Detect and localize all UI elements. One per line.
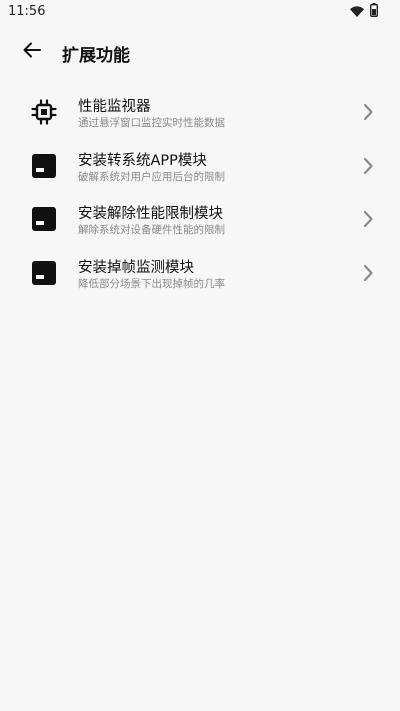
app-bar: 扩展功能 xyxy=(0,24,400,80)
chevron-right-icon xyxy=(363,210,373,228)
chevron-right-icon xyxy=(363,103,373,121)
item-subtitle: 通过悬浮窗口监控实时性能数据 xyxy=(78,117,225,129)
list-item-install-frame-drop-monitor-module[interactable]: 安装掉帧监测模块 降低部分场景下出现掉帧的几率 xyxy=(0,247,400,301)
module-icon xyxy=(30,205,58,233)
item-title: 性能监视器 xyxy=(78,99,151,115)
feature-list: 性能监视器 通过悬浮窗口监控实时性能数据 安装转系统APP模块 破解系统对用户应… xyxy=(0,86,400,300)
status-icons xyxy=(350,2,378,21)
item-subtitle: 解除系统对设备硬件性能的限制 xyxy=(78,224,225,236)
chevron-right-icon xyxy=(363,264,373,281)
list-item-install-system-app-module[interactable]: 安装转系统APP模块 破解系统对用户应用后台的限制 xyxy=(0,140,400,194)
cpu-chip-icon xyxy=(30,98,58,126)
item-subtitle: 降低部分场景下出现掉帧的几率 xyxy=(78,277,225,290)
item-subtitle: 破解系统对用户应用后台的限制 xyxy=(78,170,225,183)
item-title: 安装掉帧监测模块 xyxy=(78,259,194,276)
module-icon xyxy=(30,152,58,180)
module-icon xyxy=(30,259,58,287)
list-item-performance-monitor[interactable]: 性能监视器 通过悬浮窗口监控实时性能数据 xyxy=(0,86,400,140)
item-title: 安装解除性能限制模块 xyxy=(78,206,223,222)
item-title: 安装转系统APP模块 xyxy=(78,152,207,169)
status-time: 11:56 xyxy=(8,4,46,19)
wifi-icon xyxy=(350,2,364,21)
battery-icon xyxy=(369,2,378,21)
list-item-install-performance-unlock-module[interactable]: 安装解除性能限制模块 解除系统对设备硬件性能的限制 xyxy=(0,193,400,247)
back-button[interactable] xyxy=(16,36,48,68)
arrow-left-icon xyxy=(23,42,41,62)
page-title: 扩展功能 xyxy=(62,46,130,66)
status-bar: 11:56 xyxy=(0,0,400,24)
chevron-right-icon xyxy=(363,157,373,174)
